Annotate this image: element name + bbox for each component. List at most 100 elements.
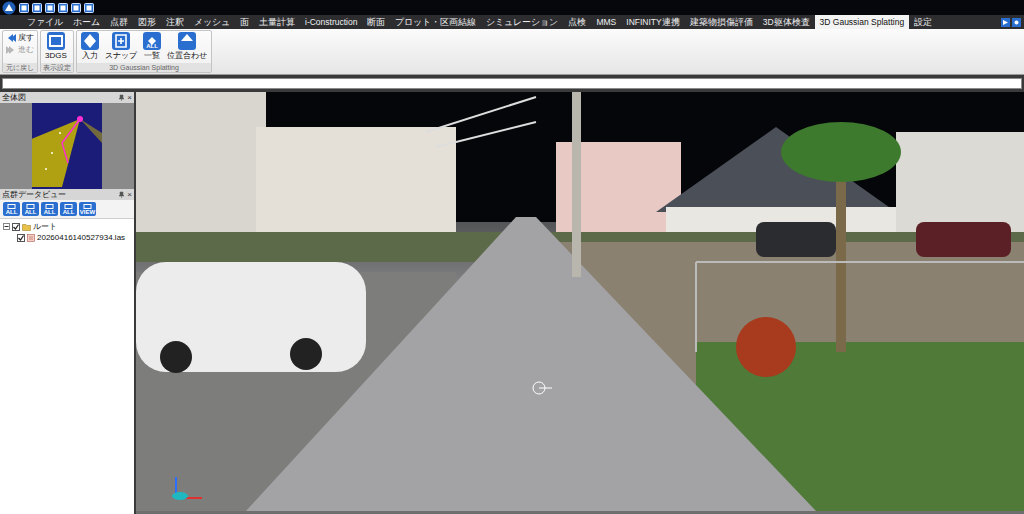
ribbon-group: 入力スナップ ALL一覧位置合わせ 3D Gaussian Splatting — [76, 30, 212, 73]
toolbar-button[interactable]: ALL — [41, 202, 58, 216]
quick-access-icon[interactable] — [45, 3, 55, 13]
menu-tab[interactable]: 点群 — [105, 15, 133, 29]
toolbar-label: VIEW — [80, 209, 95, 216]
tree-checkbox[interactable] — [17, 234, 25, 242]
ribbon-button[interactable]: 3DGS — [43, 32, 69, 61]
tool-icon — [177, 31, 197, 51]
ribbon-group: 戻す進む元に戻し — [2, 30, 38, 73]
menu-tab[interactable]: メッシュ — [189, 15, 235, 29]
undo-icon — [6, 33, 16, 43]
quick-access-icon[interactable] — [58, 3, 68, 13]
ribbon-group-label: 3D Gaussian Splatting — [77, 63, 211, 72]
ribbon-button[interactable]: 入力 — [79, 32, 101, 61]
expander-icon — [4, 224, 9, 229]
overview-map[interactable] — [32, 103, 102, 194]
overview-map-icon — [32, 103, 102, 187]
tree-checkbox[interactable] — [12, 223, 20, 231]
quick-access-icon[interactable] — [71, 3, 81, 13]
menu-tab[interactable]: 点検 — [563, 15, 591, 29]
check-icon — [18, 235, 24, 241]
toolbar-label: ALL — [6, 209, 18, 216]
button-label: 戻す — [18, 32, 34, 43]
menu-tab[interactable]: 3D躯体検査 — [758, 15, 815, 29]
folder-icon — [22, 223, 31, 231]
command-input[interactable] — [2, 78, 1022, 89]
panel-header: 点群データビュー × — [0, 189, 134, 200]
data-view-panel: 点群データビュー × ALL ALL ALL ALL VIEW ルート202604161405… — [0, 189, 134, 514]
menu-tab[interactable]: MMS — [591, 15, 621, 29]
app-logo-icon — [2, 1, 16, 15]
left-panels: 全体図× 点群データビュー × ALL ALL ALL ALL VIEW ルート20260416… — [0, 92, 134, 514]
quick-access-icon[interactable] — [19, 3, 29, 13]
menu-tab[interactable]: i-Construction — [300, 15, 362, 29]
menu-tab-bar: ファイルホーム点群図形注釈メッシュ面土量計算i-Construction断面プロ… — [0, 15, 1024, 29]
ribbon-button-icon — [81, 32, 99, 50]
toolbar-glyph-icon — [26, 204, 35, 209]
menu-tab[interactable]: 土量計算 — [254, 15, 300, 29]
tree-item[interactable]: ルート — [3, 221, 131, 232]
axis-gizmo — [166, 473, 206, 510]
title-bar — [0, 0, 1024, 15]
button-label: 入力 — [82, 50, 98, 61]
panel-header: 全体図× — [0, 92, 134, 103]
tree-label: ルート — [33, 221, 57, 232]
ribbon-group: 3DGS 表示設定 — [40, 30, 74, 73]
main-area: 全体図× 点群データビュー × ALL ALL ALL ALL VIEW ルート20260416… — [0, 92, 1024, 514]
toolbar-glyph-icon — [64, 204, 73, 209]
menu-tab[interactable]: 面 — [235, 15, 254, 29]
tree-item[interactable]: 20260416140527934.las — [3, 232, 131, 243]
button-label: 一覧 — [144, 50, 160, 61]
toolbar-label: ALL — [63, 209, 75, 216]
toolbar-glyph-icon — [45, 204, 54, 209]
toolbar-label: ALL — [25, 209, 37, 216]
pin-icon[interactable] — [118, 191, 125, 198]
menu-tab[interactable]: ホーム — [68, 15, 105, 29]
tree-label: 20260416140527934.las — [37, 232, 125, 243]
toolbar-button[interactable]: ALL — [22, 202, 39, 216]
tool-icon — [111, 31, 131, 51]
window-controls — [1001, 15, 1024, 29]
expander[interactable] — [3, 223, 10, 230]
overview-panel: 全体図× — [0, 92, 134, 187]
close-button[interactable]: × — [127, 189, 132, 200]
pin-icon[interactable] — [118, 94, 125, 101]
panel-title: 点群データビュー — [2, 189, 118, 200]
tree: ルート20260416140527934.las — [0, 219, 134, 245]
menu-tab[interactable]: 断面 — [362, 15, 390, 29]
ribbon-button[interactable]: ALL一覧 — [141, 32, 163, 61]
menu-tab[interactable]: プロット・区画結線 — [390, 15, 481, 29]
menu-tab[interactable]: 3D Gaussian Splatting — [815, 15, 910, 29]
close-button[interactable]: × — [127, 92, 132, 103]
ribbon-button-icon — [112, 32, 130, 50]
toolbar-glyph-icon — [83, 204, 92, 209]
ribbon-button-icon: ALL — [143, 32, 161, 50]
las-file-icon — [27, 234, 35, 242]
menu-tab[interactable]: シミュレーション — [481, 15, 563, 29]
tool-icon — [46, 31, 66, 51]
toolbar-button[interactable]: ALL — [3, 202, 20, 216]
menu-tab[interactable]: 建築物損傷評価 — [685, 15, 758, 29]
ribbon-button[interactable]: 位置合わせ — [165, 32, 209, 61]
menu-tab[interactable]: 図形 — [133, 15, 161, 29]
undo-redo-button[interactable]: 進む — [5, 44, 35, 55]
viewport-3d[interactable] — [136, 92, 1024, 514]
quick-access-icon[interactable] — [84, 3, 94, 13]
crosshair-icon — [531, 380, 553, 396]
menu-tab[interactable]: 注釈 — [161, 15, 189, 29]
toolbar-button[interactable]: ALL — [60, 202, 77, 216]
undo-redo-button[interactable]: 戻す — [5, 32, 35, 43]
menu-tab[interactable]: 設定 — [909, 15, 937, 29]
button-label: スナップ — [105, 50, 137, 61]
quick-access-icon[interactable] — [32, 3, 42, 13]
toolbar-glyph-icon — [7, 204, 16, 209]
menu-tab[interactable]: ファイル — [22, 15, 68, 29]
ribbon-group-label: 表示設定 — [41, 63, 73, 72]
data-view-toolbar: ALL ALL ALL ALL VIEW — [0, 200, 134, 219]
menu-tab[interactable]: INFINITY連携 — [621, 15, 684, 29]
toolbar-button[interactable]: VIEW — [79, 202, 96, 216]
button-label: 3DGS — [45, 50, 67, 61]
scene-render — [136, 92, 1024, 514]
ribbon-button[interactable]: スナップ — [103, 32, 139, 61]
ribbon-button-icon — [178, 32, 196, 50]
badge: ALL — [143, 43, 161, 50]
